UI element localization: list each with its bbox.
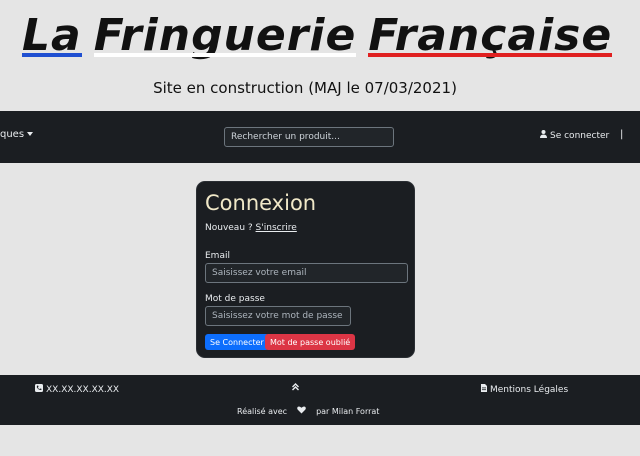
login-button[interactable]: Se Connecter — [205, 334, 269, 350]
caret-down-icon — [27, 132, 34, 136]
legal-link[interactable]: Mentions Légales — [481, 384, 568, 395]
site-logo[interactable]: La Fringuerie Française — [22, 10, 624, 61]
top-navbar: ques Se connecter | — [0, 111, 640, 163]
login-card: Connexion Nouveau ? S'inscrire Email Mot… — [196, 181, 415, 358]
forgot-password-button[interactable]: Mot de passe oublié — [265, 334, 356, 350]
password-label: Mot de passe — [205, 294, 265, 304]
signup-prefix: Nouveau ? — [205, 223, 253, 233]
footer-phone-number: XX.XX.XX.XX.XX — [46, 385, 120, 395]
categories-dropdown-label: ques — [0, 129, 25, 140]
categories-dropdown[interactable]: ques — [0, 129, 34, 140]
footer: XX.XX.XX.XX.XX Mentions Légales Réalisé … — [0, 375, 640, 425]
logo-word-la: La — [22, 10, 82, 61]
login-link-label: Se connecter — [550, 131, 610, 141]
signup-prompt: Nouveau ? S'inscrire — [205, 223, 406, 233]
email-field[interactable] — [205, 263, 408, 283]
logo-word-fringuerie: Fringuerie — [93, 10, 357, 61]
nav-separator: | — [620, 129, 624, 140]
phone-icon — [35, 384, 43, 395]
search-input[interactable] — [224, 127, 394, 147]
credit-suffix: par Milan Forrat — [316, 407, 380, 416]
password-field[interactable] — [205, 306, 351, 326]
legal-link-label: Mentions Légales — [490, 385, 569, 395]
credit-prefix: Réalisé avec — [237, 407, 288, 416]
email-label: Email — [205, 251, 230, 261]
login-link[interactable]: Se connecter — [540, 130, 609, 141]
heart-icon — [297, 406, 306, 417]
document-icon — [481, 384, 487, 395]
site-subtitle: Site en construction (MAJ le 07/03/2021) — [153, 79, 457, 97]
chevron-double-up-icon[interactable] — [292, 383, 299, 394]
login-title: Connexion — [205, 191, 317, 215]
user-icon — [540, 130, 547, 141]
signup-link[interactable]: S'inscrire — [256, 223, 297, 233]
footer-credit: Réalisé avec par Milan Forrat — [237, 406, 379, 417]
footer-phone: XX.XX.XX.XX.XX — [35, 384, 119, 395]
logo-word-francaise: Française — [368, 10, 613, 61]
